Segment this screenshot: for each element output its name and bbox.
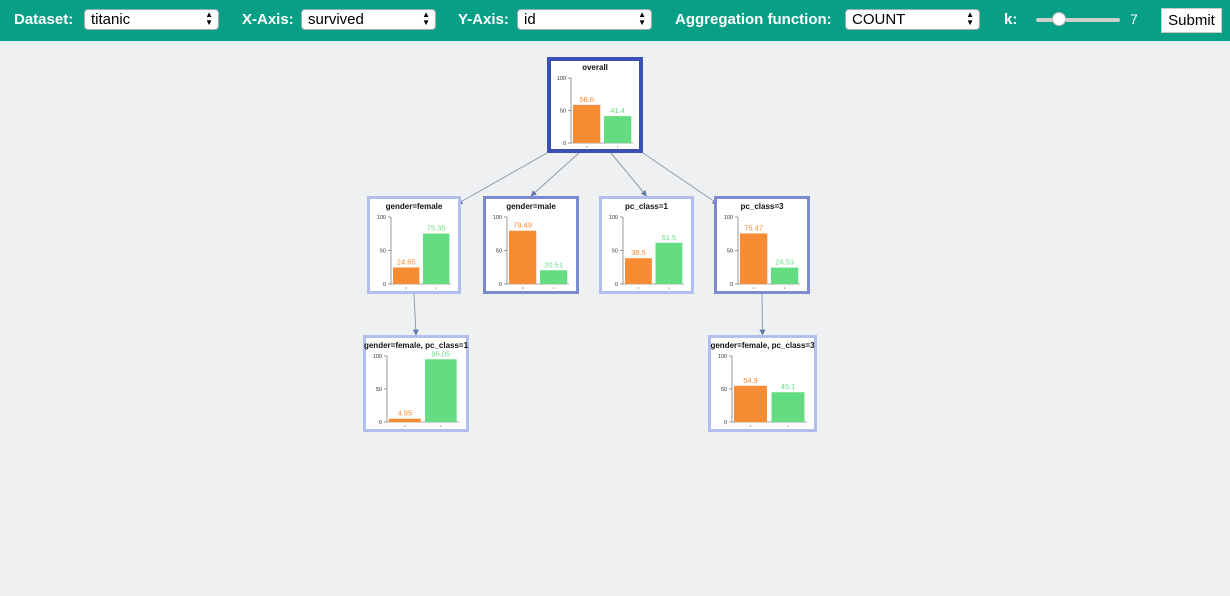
y-tick-label: 50: [612, 249, 618, 255]
y-tick-label: 0: [615, 282, 618, 288]
chart-node[interactable]: gender=female05010024.65075.351: [367, 196, 461, 294]
y-tick-label: 100: [373, 354, 382, 360]
y-tick-label: 100: [493, 215, 502, 221]
y-tick-label: 0: [499, 282, 502, 288]
dataset-label: Dataset:: [14, 11, 74, 28]
submit-button[interactable]: Submit: [1161, 8, 1222, 33]
chart-title: gender=female, pc_class=3: [710, 341, 815, 350]
bar: [509, 230, 537, 284]
select-arrows-icon: ▲ ▼: [966, 10, 974, 27]
bar: [734, 385, 767, 422]
bar-value-label: 41.4: [610, 106, 625, 115]
chart-node[interactable]: gender=female, pc_class=305010054.9045.1…: [708, 335, 817, 432]
bar-value-label: 75.35: [427, 224, 446, 233]
y-tick-label: 0: [563, 141, 566, 147]
y-tick-label: 50: [376, 387, 382, 393]
chart-title: overall: [582, 63, 608, 72]
bar: [389, 418, 421, 422]
y-tick-label: 0: [383, 282, 386, 288]
bar-value-label: 45.1: [781, 382, 796, 391]
tree-edge: [530, 152, 580, 197]
control-toolbar: Dataset: titanic ▲ ▼ X-Axis: survived ▲ ▼ …: [0, 0, 1230, 41]
bar-value-label: 54.9: [743, 376, 758, 385]
select-arrows-icon: ▲ ▼: [205, 10, 213, 27]
bar-value-label: 20.51: [544, 260, 563, 269]
y-tick-label: 50: [721, 387, 727, 393]
chart-node[interactable]: gender=male05010079.49020.511: [483, 196, 579, 294]
bar: [393, 267, 420, 284]
bar-value-label: 24.65: [397, 257, 416, 266]
bar: [771, 267, 799, 284]
xaxis-label: X-Axis:: [242, 11, 294, 28]
bar-value-label: 75.47: [744, 223, 763, 232]
y-tick-label: 100: [724, 215, 733, 221]
bar-value-label: 58.6: [579, 95, 594, 104]
y-tick-label: 50: [380, 249, 386, 255]
yaxis-select-value: id: [524, 11, 536, 28]
y-tick-label: 100: [377, 215, 386, 221]
chart-title: gender=female: [386, 202, 443, 211]
chart-title: gender=male: [506, 202, 556, 211]
y-tick-label: 100: [557, 76, 566, 82]
bar: [655, 242, 683, 284]
bar-value-label: 38.5: [631, 248, 646, 257]
yaxis-label: Y-Axis:: [458, 11, 509, 28]
chart-node[interactable]: overall05010058.6041.41: [547, 57, 643, 153]
aggregation-select-value: COUNT: [852, 11, 906, 28]
y-tick-label: 50: [560, 109, 566, 115]
chart-title: pc_class=1: [625, 202, 668, 211]
chart-node[interactable]: pc_class=305010075.47024.531: [714, 196, 810, 294]
select-arrows-icon: ▲ ▼: [638, 10, 646, 27]
y-tick-label: 0: [379, 420, 382, 426]
bar: [771, 392, 805, 422]
y-tick-label: 0: [730, 282, 733, 288]
bar-value-label: 79.49: [513, 221, 532, 230]
aggregation-select[interactable]: COUNT ▲ ▼: [845, 9, 980, 30]
chart-node[interactable]: pc_class=105010038.5061.51: [599, 196, 694, 294]
yaxis-select[interactable]: id ▲ ▼: [517, 9, 652, 30]
chart-tree-canvas: overall05010058.6041.41gender=female0501…: [363, 57, 817, 432]
tree-edge: [759, 293, 766, 336]
bar-value-label: 4.95: [398, 409, 413, 418]
bar-value-label: 24.53: [775, 258, 794, 267]
chart-node[interactable]: gender=female, pc_class=10501004.95095.0…: [363, 335, 469, 432]
k-value: 7: [1130, 11, 1138, 27]
dataset-select[interactable]: titanic ▲ ▼: [84, 9, 219, 30]
bar: [573, 104, 601, 143]
bar: [423, 233, 450, 284]
bar: [540, 270, 568, 284]
xaxis-select-value: survived: [308, 11, 364, 28]
bar: [740, 233, 768, 284]
tree-edges: [412, 152, 766, 336]
bar: [625, 258, 652, 284]
y-tick-label: 50: [496, 249, 502, 255]
aggregation-label: Aggregation function:: [675, 11, 832, 28]
tree-edge: [610, 152, 647, 197]
bar: [425, 359, 457, 422]
tree-edge: [412, 293, 419, 336]
tree-nodes: overall05010058.6041.41gender=female0501…: [363, 57, 817, 432]
bar: [604, 116, 632, 143]
k-label: k:: [1004, 11, 1018, 28]
bar-value-label: 95.05: [431, 349, 450, 358]
y-tick-label: 100: [718, 354, 727, 360]
y-tick-label: 50: [727, 249, 733, 255]
y-tick-label: 100: [609, 215, 618, 221]
select-arrows-icon: ▲ ▼: [422, 10, 430, 27]
bar-value-label: 61.5: [662, 233, 677, 242]
chart-title: gender=female, pc_class=1: [364, 341, 469, 350]
k-slider-handle[interactable]: [1052, 12, 1066, 26]
dataset-select-value: titanic: [91, 11, 131, 28]
xaxis-select[interactable]: survived ▲ ▼: [301, 9, 436, 30]
k-slider-track[interactable]: [1036, 18, 1120, 22]
y-tick-label: 0: [724, 420, 727, 426]
chart-title: pc_class=3: [741, 202, 784, 211]
